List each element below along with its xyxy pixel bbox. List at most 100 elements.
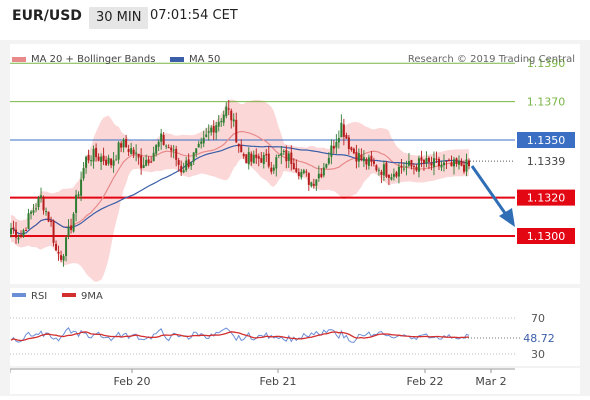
candle-body [115, 159, 118, 161]
candle-body [468, 160, 470, 167]
price-panel: 1.1390 1.1370 1.1350 1.1339 1.1320 1.1300 MA … [10, 44, 580, 284]
candle-body [170, 147, 173, 151]
candle-body [122, 139, 125, 148]
candle-body [455, 158, 458, 164]
candle-body [417, 158, 420, 172]
candle-body [17, 237, 20, 240]
candle-body [50, 220, 53, 223]
candle-body [230, 110, 233, 121]
candle-body [155, 145, 158, 154]
candle-body [65, 237, 68, 256]
candle-body [445, 160, 448, 162]
candle-body [255, 154, 258, 158]
forecast-arrow [470, 165, 515, 227]
candle-body [142, 165, 145, 169]
candle-body [357, 153, 360, 162]
candle-body [392, 174, 395, 177]
candle-body [137, 153, 140, 158]
legend-9ma-label: 9MA [81, 291, 103, 302]
candle-body [432, 158, 435, 168]
rsi-last-value: 48.72 [523, 332, 555, 345]
candle-body [167, 147, 170, 149]
candle-body [112, 160, 115, 166]
candle-body [45, 211, 48, 213]
candle-body [60, 255, 63, 260]
candle-body [270, 167, 273, 172]
candle-body [207, 131, 210, 133]
candle-body [147, 159, 150, 164]
candle-body [267, 153, 270, 167]
candle-body [165, 145, 168, 147]
candle-body [212, 126, 215, 133]
candle-body [52, 220, 55, 243]
x-label-feb-22: Feb 22 [407, 375, 444, 388]
candle-body [202, 137, 205, 144]
candle-body [92, 148, 95, 162]
candle-body [387, 174, 390, 178]
candle-body [102, 155, 105, 162]
candle-body [460, 160, 463, 166]
candle-body [355, 151, 358, 162]
candle-body [410, 160, 413, 167]
candle-body [245, 154, 248, 164]
candle-body [350, 147, 353, 150]
candle-body [257, 156, 260, 159]
candle-body [172, 149, 175, 151]
candle-body [315, 179, 318, 186]
candle-body [70, 225, 73, 230]
candle-body [382, 164, 385, 176]
candle-body [25, 230, 28, 232]
candle-body [80, 179, 83, 196]
candle-body [427, 157, 430, 162]
candle-body [90, 160, 93, 162]
candle-body [292, 163, 295, 170]
candle-body [135, 152, 138, 154]
candle-body [377, 169, 380, 171]
rsi-level-30-label: 30 [531, 348, 545, 361]
bollinger-band-area [11, 99, 469, 282]
candle-body [232, 119, 235, 122]
candle-body [22, 230, 25, 237]
candle-body [325, 164, 328, 168]
candle-body [462, 164, 465, 172]
time-axis-chart: Feb 20 Feb 21 Feb 22 Mar 2 [9, 368, 515, 388]
candle-body [425, 158, 428, 164]
candle-body [187, 159, 190, 167]
candle-body [277, 154, 280, 156]
x-label-feb-21: Feb 21 [260, 375, 297, 388]
candle-body [40, 195, 43, 198]
rsi-level-70-label: 70 [531, 312, 545, 325]
candle-body [347, 137, 350, 149]
candle-body [430, 162, 433, 166]
candle-body [220, 121, 223, 123]
candle-body [265, 153, 268, 156]
candle-body [317, 173, 320, 179]
candle-body [340, 122, 343, 138]
forecast-arrow-head [499, 208, 515, 227]
candle-body [185, 160, 188, 171]
legend-ma20-label: MA 20 + Bollinger Bands [31, 54, 155, 65]
candle-body [57, 251, 60, 254]
credit-text: Research © 2019 Trading Central [408, 54, 575, 65]
candle-body [195, 148, 198, 154]
candle-body [110, 158, 113, 166]
candle-body [322, 167, 325, 176]
legend-ma20-swatch [12, 57, 26, 62]
candle-body [397, 166, 400, 177]
forecast-arrow-line [470, 165, 509, 217]
candle-body [85, 156, 88, 168]
candle-body [157, 141, 160, 147]
candle-body [442, 162, 445, 166]
candle-body [95, 147, 98, 158]
candle-body [402, 168, 405, 170]
candle-body [227, 108, 230, 110]
candle-body [62, 255, 65, 261]
candle-body [240, 144, 243, 153]
candle-body [260, 158, 263, 163]
candle-body [332, 145, 335, 149]
candle-body [305, 171, 308, 173]
time-axis: Feb 20 Feb 21 Feb 22 Mar 2 [9, 368, 580, 394]
candle-body [30, 211, 33, 214]
timeframe-button[interactable]: 30 MIN [89, 7, 149, 29]
x-label-mar-2: Mar 2 [475, 375, 506, 388]
